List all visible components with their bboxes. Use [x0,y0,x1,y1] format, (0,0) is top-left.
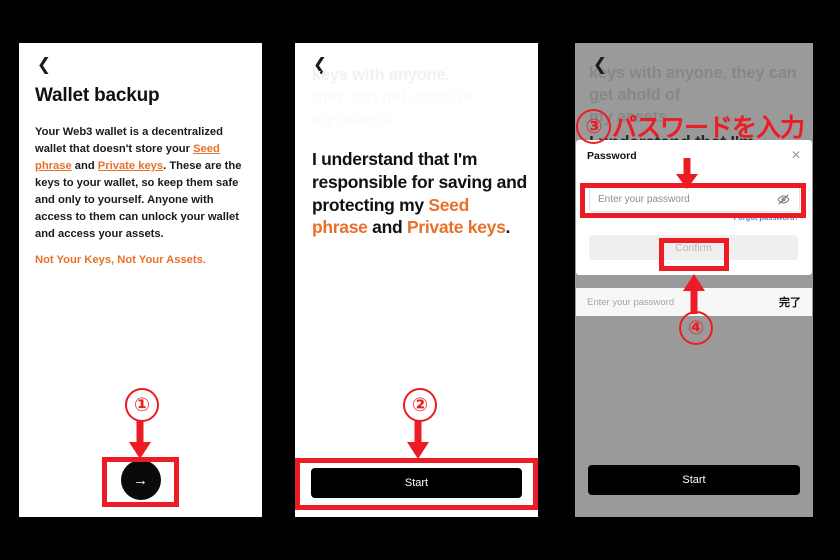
faded-line-2: they can get ahold of [312,87,473,106]
warning-text: Not Your Keys, Not Your Assets. [35,254,206,266]
dialog-title: Password [587,150,637,162]
step-marker-2: ② [403,388,437,422]
body-text-3: . These are the keys to your wallet, so … [35,160,242,241]
highlight-box-confirm-button [659,238,729,271]
chevron-left-icon[interactable]: ❮ [33,53,55,75]
chevron-left-icon[interactable]: ❮ [589,53,611,75]
faded-line-3: my assets. [312,109,395,128]
private-keys-link[interactable]: Private keys [98,160,163,172]
body-text-2: and [71,160,98,173]
page-title: Wallet backup [35,85,160,106]
step-marker-1: ① [125,388,159,422]
step-marker-4: ④ [679,311,713,345]
keyboard-hint-label: Enter your password [587,296,675,308]
private-keys-highlight: Private keys [406,217,506,238]
step-arrow-1 [129,420,151,459]
highlight-box-start-button [295,458,538,510]
statement-text-2: and [367,217,407,238]
highlight-box-next-button [102,457,179,507]
japanese-annotation-step3: ③ パスワードを入力 [576,108,816,144]
screenshot-stage: ❮ Wallet backup Your Web3 wallet is a de… [0,0,840,560]
close-icon[interactable]: ✕ [789,148,803,162]
japanese-note-text: パスワードを入力 [612,113,805,142]
start-button[interactable]: Start [588,465,800,495]
statement-text-1: I understand that I'm responsible for sa… [312,149,527,215]
consent-statement: I understand that I'm responsible for sa… [312,148,528,239]
scrolled-away-text: keys with anyone, they can get ahold of … [312,65,526,130]
step-marker-3: ③ [576,108,611,144]
statement-text-3: . [505,217,511,238]
step-arrow-2 [407,420,429,459]
keyboard-done-button[interactable]: 完了 [779,294,801,310]
highlight-box-password-input [580,183,806,218]
faded-line-1: keys with anyone, [312,66,450,84]
body-paragraph: Your Web3 wallet is a decentralized wall… [35,124,247,243]
step-arrow-4 [683,274,705,314]
